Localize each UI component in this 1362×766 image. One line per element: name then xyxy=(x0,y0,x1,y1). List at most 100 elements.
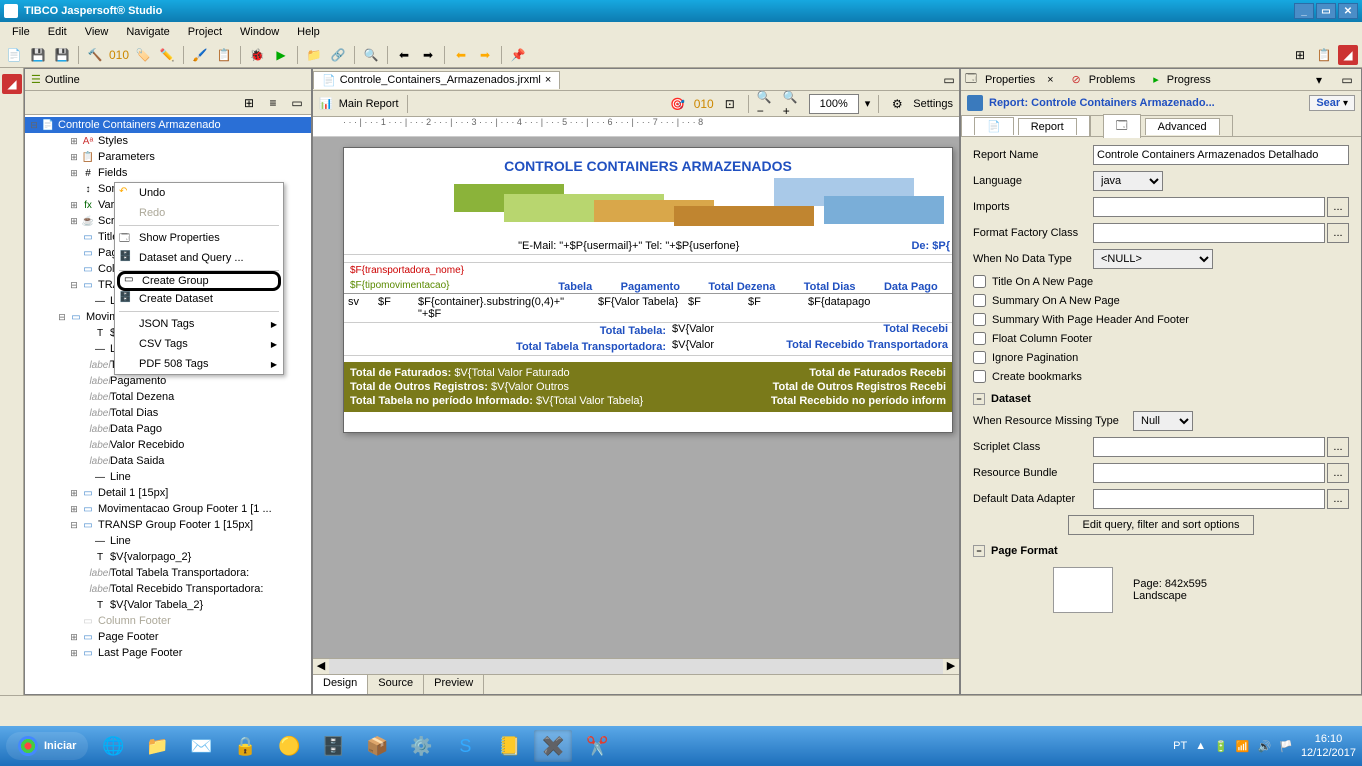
zoom-dropdown-icon[interactable]: ▾ xyxy=(865,97,871,110)
save-icon[interactable]: 💾 xyxy=(28,45,48,65)
gear-icon[interactable]: ⚙ xyxy=(887,94,907,114)
design-canvas[interactable]: CONTROLE CONTAINERS ARMAZENADOS "E-Mail:… xyxy=(313,137,959,658)
tab-properties[interactable]: Properties xyxy=(985,74,1035,86)
task-explorer[interactable]: 📁 xyxy=(138,730,176,762)
report-title[interactable]: CONTROLE CONTAINERS ARMAZENADOS xyxy=(344,148,952,178)
menu-edit[interactable]: Edit xyxy=(40,24,75,40)
ed-filter-icon[interactable]: 010 xyxy=(694,94,714,114)
tab-progress[interactable]: Progress xyxy=(1167,74,1211,86)
tree-tdias[interactable]: Total Dias xyxy=(110,407,158,419)
cb-ignore-pagination[interactable] xyxy=(973,351,986,364)
select-wrmt[interactable]: Null xyxy=(1133,411,1193,431)
tree-styles[interactable]: Styles xyxy=(98,135,128,147)
menu-view[interactable]: View xyxy=(77,24,117,40)
report-tipo[interactable]: $F{tipomovimentacao} xyxy=(344,278,544,293)
ed-box-icon[interactable]: ⊡ xyxy=(720,94,740,114)
input-bundle[interactable] xyxy=(1093,463,1325,483)
tree-ds[interactable]: Data Saida xyxy=(110,455,164,467)
brush-icon[interactable]: 🖌️ xyxy=(190,45,210,65)
report-summary[interactable]: Total de Faturados: $V{Total Valor Fatur… xyxy=(344,362,952,412)
tree-line3[interactable]: Line xyxy=(110,535,131,547)
report-transp[interactable]: $F{transportadora_nome} xyxy=(344,262,952,278)
task-thunderbird[interactable]: ✉️ xyxy=(182,730,220,762)
hscroll-left-icon[interactable]: ◀ xyxy=(313,659,329,674)
tray-battery-icon[interactable]: 🔋 xyxy=(1214,740,1228,753)
tab-source[interactable]: Source xyxy=(368,675,424,694)
task-chrome[interactable]: 🟡 xyxy=(270,730,308,762)
task-snip[interactable]: ✂️ xyxy=(578,730,616,762)
props-menu-icon[interactable]: ▾ xyxy=(1309,70,1329,90)
zoom-in-icon[interactable]: 🔍+ xyxy=(783,94,803,114)
tree-tgf[interactable]: TRANSP Group Footer 1 [15px] xyxy=(98,519,253,531)
tag-icon[interactable]: 🏷️ xyxy=(133,45,153,65)
cb-summary-header-footer[interactable] xyxy=(973,313,986,326)
zoom-out-icon[interactable]: 🔍− xyxy=(757,94,777,114)
ctx-csv-tags[interactable]: CSV Tags▶ xyxy=(115,334,283,354)
tree-vt[interactable]: $V{Valor Tabela_2} xyxy=(110,599,203,611)
next-icon[interactable]: ➡ xyxy=(418,45,438,65)
ed-pick-icon[interactable]: 🎯 xyxy=(668,94,688,114)
menu-project[interactable]: Project xyxy=(180,24,230,40)
input-ffc[interactable] xyxy=(1093,223,1325,243)
tree-vr[interactable]: Valor Recebido xyxy=(110,439,184,451)
btn-bundle[interactable]: ... xyxy=(1327,463,1349,483)
tree-td[interactable]: Total Dezena xyxy=(110,391,174,403)
props-min-icon[interactable]: ▭ xyxy=(1337,70,1357,90)
data-icon[interactable]: 010 xyxy=(109,45,129,65)
btn-dda[interactable]: ... xyxy=(1327,489,1349,509)
tree-line2[interactable]: Line xyxy=(110,471,131,483)
tab-design[interactable]: Design xyxy=(313,675,368,694)
btn-scriptlet[interactable]: ... xyxy=(1327,437,1349,457)
tab-close-icon[interactable]: × xyxy=(545,74,551,86)
hscroll-right-icon[interactable]: ▶ xyxy=(943,659,959,674)
btn-edit-query[interactable]: Edit query, filter and sort options xyxy=(1068,515,1255,535)
subtab-advanced[interactable]: 🗔Advanced xyxy=(1090,115,1233,136)
edit-icon[interactable]: ✏️ xyxy=(157,45,177,65)
tree-params[interactable]: Parameters xyxy=(98,151,155,163)
ctx-create-group[interactable]: ▭Create Group xyxy=(117,271,281,291)
prev-icon[interactable]: ⬅ xyxy=(394,45,414,65)
nav-back-icon[interactable]: ⬅ xyxy=(451,45,471,65)
tray-flag-icon[interactable]: 🏳️ xyxy=(1279,740,1293,753)
search-icon[interactable]: 🔍 xyxy=(361,45,381,65)
tree-pag[interactable]: Pagamento xyxy=(110,375,166,387)
hscrollbar[interactable] xyxy=(329,659,943,674)
tree-mgf[interactable]: Movimentacao Group Footer 1 [1 ... xyxy=(98,503,272,515)
cb-title-new-page[interactable] xyxy=(973,275,986,288)
nav-fwd-icon[interactable]: ➡ xyxy=(475,45,495,65)
task-skype[interactable]: S xyxy=(446,730,484,762)
subtab-report[interactable]: 📄Report xyxy=(961,115,1090,136)
main-report-label[interactable]: Main Report xyxy=(339,98,399,110)
task-cube[interactable]: 📦 xyxy=(358,730,396,762)
input-imports[interactable] xyxy=(1093,197,1325,217)
task-db[interactable]: 🗄️ xyxy=(314,730,352,762)
ctx-pdf-tags[interactable]: PDF 508 Tags▶ xyxy=(115,354,283,374)
tray-network-icon[interactable]: 📶 xyxy=(1236,740,1250,753)
perspective-open-icon[interactable]: ⊞ xyxy=(1290,45,1310,65)
outline-mode2-icon[interactable]: ≡ xyxy=(263,93,283,113)
ctx-show-properties[interactable]: 🗔Show Properties xyxy=(115,228,283,248)
menu-window[interactable]: Window xyxy=(232,24,287,40)
menu-help[interactable]: Help xyxy=(289,24,328,40)
report-de[interactable]: De: xyxy=(911,240,929,252)
lang-indicator[interactable]: PT xyxy=(1173,740,1187,752)
debug-icon[interactable]: 🐞 xyxy=(247,45,267,65)
perspective-list-icon[interactable]: 📋 xyxy=(1314,45,1334,65)
tab-problems[interactable]: Problems xyxy=(1089,74,1135,86)
report-dep[interactable]: $P{ xyxy=(932,240,950,252)
menu-file[interactable]: File xyxy=(4,24,38,40)
editor-tab[interactable]: 📄 Controle_Containers_Armazenados.jrxml … xyxy=(313,71,560,89)
input-dda[interactable] xyxy=(1093,489,1325,509)
start-button[interactable]: Iniciar xyxy=(6,732,88,760)
btn-ffc[interactable]: ... xyxy=(1327,223,1349,243)
editor-maximize-icon[interactable]: ▭ xyxy=(939,70,959,90)
perspective-icon[interactable]: ◢ xyxy=(2,74,22,94)
btn-imports[interactable]: ... xyxy=(1327,197,1349,217)
maximize-button[interactable]: ▭ xyxy=(1316,3,1336,19)
task-app1[interactable]: 🔒 xyxy=(226,730,264,762)
zoom-input[interactable] xyxy=(809,94,859,114)
tree-root[interactable]: Controle Containers Armazenado xyxy=(58,119,221,131)
perspective-report-icon[interactable]: ◢ xyxy=(1338,45,1358,65)
ctx-undo[interactable]: ↶Undo xyxy=(115,183,283,203)
cb-summary-new-page[interactable] xyxy=(973,294,986,307)
